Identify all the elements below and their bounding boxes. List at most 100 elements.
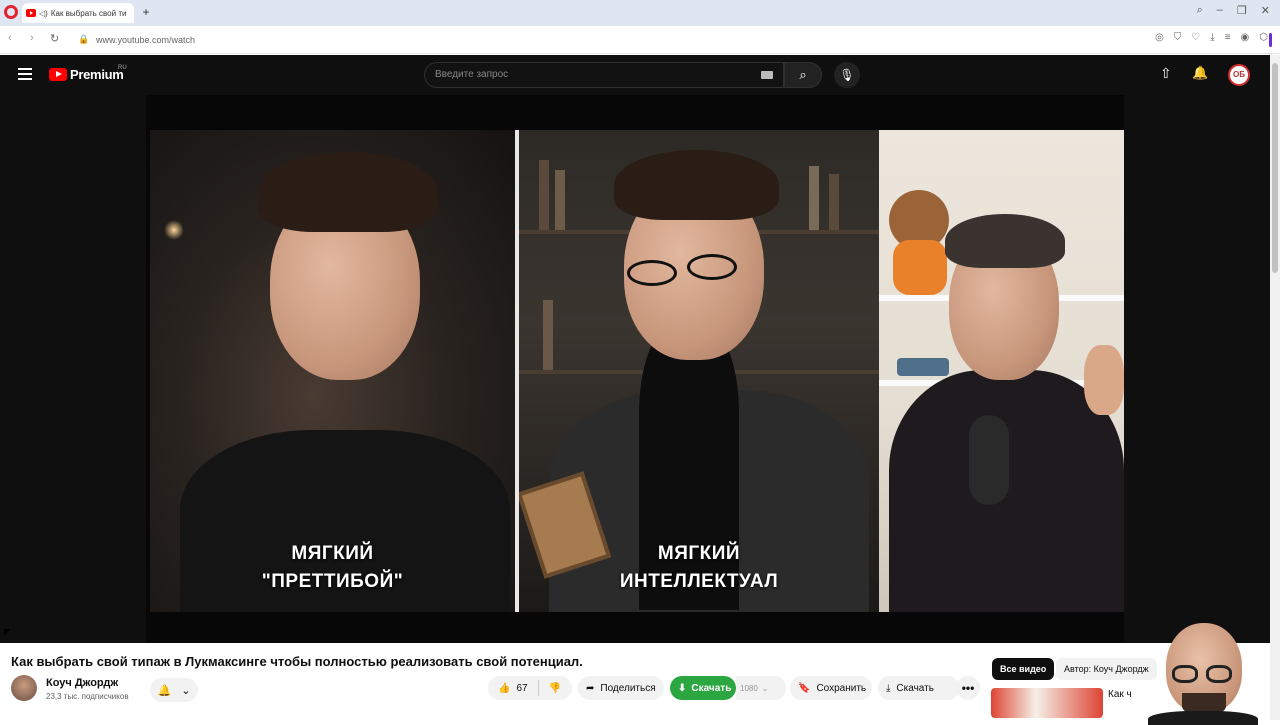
download-green-label: Скачать — [691, 682, 732, 694]
video-title: Как выбрать свой типаж в Лукмаксинге что… — [11, 654, 583, 669]
shield-icon[interactable]: ⛉ — [1174, 32, 1182, 43]
download-extension-button[interactable]: ⬇ Скачать — [670, 676, 736, 700]
book — [829, 174, 839, 230]
window-controls: ⌕ – ❐ ✕ — [1197, 4, 1270, 17]
search-icon: ⌕ — [799, 67, 807, 82]
hamburger-menu-icon[interactable] — [18, 68, 32, 83]
menu-icon[interactable]: ≡ — [1225, 32, 1231, 43]
heart-icon[interactable]: ♡ — [1191, 32, 1200, 43]
save-button[interactable]: 🔖 Сохранить — [790, 676, 872, 700]
youtube-page: Premium RU Введите запрос ⌕ 🎙 ⇧ 🔔 ОБ МЯГ… — [0, 55, 1270, 725]
like-button[interactable]: 👍 67 — [488, 676, 538, 700]
video-player[interactable]: МЯГКИЙ "ПРЕТТИБОЙ" МЯГКИЙ ИНТЕЛЛЕКТУАЛ — [146, 95, 1124, 643]
webcam-overlay — [1148, 615, 1258, 725]
user-avatar[interactable]: ОБ — [1228, 64, 1250, 86]
address-bar-icons: ◎ ⛉ ♡ ⤓ ≡ ◉ ⬡ — [1155, 32, 1268, 43]
chip-all-videos[interactable]: Все видео — [992, 658, 1055, 680]
speaker-icon[interactable]: ◁) — [39, 9, 48, 18]
like-count: 67 — [516, 682, 528, 694]
browser-tab[interactable]: ◁) Как выбрать свой ти — [22, 3, 134, 23]
url-field[interactable]: www.youtube.com/watch — [96, 35, 195, 45]
microphone-icon: 🎙 — [839, 68, 855, 82]
book — [809, 166, 819, 230]
video-panel-speaker — [879, 130, 1124, 612]
thumbs-up-icon: 👍 — [498, 682, 511, 694]
chip-author[interactable]: Автор: Коуч Джордж — [1056, 658, 1157, 680]
more-actions-button[interactable]: ••• — [956, 676, 980, 700]
address-bar: ‹ › ↻ 🔒 www.youtube.com/watch ◎ ⛉ ♡ ⤓ ≡ … — [0, 26, 1280, 54]
caption-line1: МЯГКИЙ — [291, 543, 374, 564]
bell-icon: 🔔 — [157, 684, 172, 697]
sidebar-accent — [1269, 33, 1272, 47]
download-icon[interactable]: ⤓ — [1210, 32, 1214, 43]
subscriber-count: 23,3 тыс. подписчиков — [46, 692, 129, 701]
webcam-glasses-left — [1172, 665, 1198, 683]
maximize-icon[interactable]: ❐ — [1237, 4, 1247, 17]
like-dislike-group: 👍 67 👎 — [488, 676, 572, 700]
browser-tab-bar: ◁) Как выбрать свой ти + ⌕ – ❐ ✕ — [0, 0, 1280, 26]
bookmark-icon: 🔖 — [798, 682, 811, 694]
download-label: Скачать — [896, 682, 934, 694]
back-icon[interactable]: ‹ — [8, 32, 12, 44]
hair — [258, 152, 438, 232]
close-icon[interactable]: ✕ — [1261, 4, 1270, 17]
lock-icon[interactable]: 🔒 — [78, 34, 89, 45]
chevron-down-icon: ⌄ — [181, 684, 191, 697]
book — [539, 160, 549, 230]
search-tabs-icon[interactable]: ⌕ — [1197, 4, 1203, 17]
keyboard-icon[interactable] — [761, 71, 773, 79]
upload-icon[interactable]: ⇧ — [1160, 65, 1172, 82]
masthead: Premium RU Введите запрос ⌕ 🎙 ⇧ 🔔 ОБ — [0, 55, 1270, 95]
lamp-glow — [164, 220, 184, 240]
scroll-thumb[interactable] — [1272, 63, 1278, 273]
opera-logo-icon[interactable] — [4, 5, 18, 19]
caption-line2: ИНТЕЛЛЕКТУАЛ — [619, 571, 779, 592]
hair — [614, 150, 779, 220]
recommended-video-thumbnail[interactable] — [991, 688, 1103, 718]
youtube-favicon-icon — [26, 9, 36, 17]
search-button[interactable]: ⌕ — [784, 62, 822, 88]
forward-icon[interactable]: › — [30, 32, 34, 44]
video-panel-prettyboy: МЯГКИЙ "ПРЕТТИБОЙ" — [150, 130, 515, 612]
logo-text: Premium — [70, 67, 124, 82]
webcam-glasses-right — [1206, 665, 1232, 683]
share-button[interactable]: ➦ Поделиться — [578, 676, 664, 700]
search-input[interactable]: Введите запрос — [424, 62, 784, 88]
recommended-video-title[interactable]: Как ч — [1108, 689, 1148, 700]
page-scrollbar[interactable] — [1270, 55, 1280, 720]
download-arrow-icon: ⬇ — [678, 682, 687, 694]
share-label: Поделиться — [600, 682, 656, 694]
caption-intellectual: МЯГКИЙ ИНТЕЛЛЕКТУАЛ — [519, 540, 879, 596]
voice-search-button[interactable]: 🎙 — [834, 62, 860, 88]
logo-region: RU — [118, 65, 127, 71]
plush-body — [893, 240, 947, 295]
book — [555, 170, 565, 230]
download-button[interactable]: ⤓ Скачать — [878, 676, 960, 700]
camera-icon[interactable]: ◎ — [1155, 32, 1164, 43]
chevron-down-icon: ⌄ — [761, 683, 769, 693]
dislike-button[interactable]: 👎 — [539, 676, 571, 700]
quality-value: 1080 — [740, 683, 758, 693]
subscription-bell-button[interactable]: 🔔 ⌄ — [150, 678, 198, 702]
caption-prettyboy: МЯГКИЙ "ПРЕТТИБОЙ" — [150, 540, 515, 596]
webcam-shirt — [1148, 711, 1258, 725]
youtube-logo[interactable]: Premium — [49, 67, 124, 82]
hand — [1084, 345, 1124, 415]
quality-select[interactable]: 1080 ⌄ — [736, 676, 786, 700]
minimize-icon[interactable]: – — [1217, 4, 1223, 17]
save-label: Сохранить — [816, 682, 867, 694]
video-panel-intellectual: МЯГКИЙ ИНТЕЛЛЕКТУАЛ — [519, 130, 879, 612]
channel-avatar[interactable] — [11, 675, 37, 701]
notifications-bell-icon[interactable]: 🔔 — [1192, 65, 1208, 81]
mouse-cursor — [4, 629, 10, 637]
toy-tank — [897, 358, 949, 376]
extensions-icon[interactable]: ⬡ — [1259, 32, 1268, 43]
youtube-play-icon — [49, 68, 67, 81]
new-tab-button[interactable]: + — [140, 6, 152, 18]
channel-name[interactable]: Коуч Джордж — [46, 677, 118, 689]
caption-line2: "ПРЕТТИБОЙ" — [261, 571, 404, 592]
microphone — [969, 415, 1009, 505]
hair — [945, 214, 1065, 268]
profile-icon[interactable]: ◉ — [1241, 32, 1250, 43]
reload-icon[interactable]: ↻ — [50, 32, 59, 45]
